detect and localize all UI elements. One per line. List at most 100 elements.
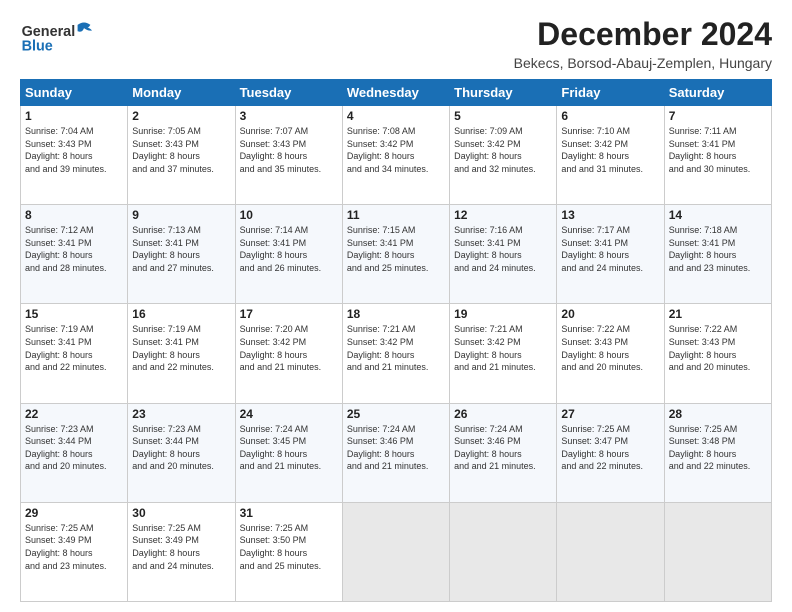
day-number: 28 — [669, 407, 767, 421]
day-info: Sunrise: 7:10 AMSunset: 3:42 PMDaylight:… — [561, 125, 659, 175]
col-wednesday: Wednesday — [342, 80, 449, 106]
table-row: 28 Sunrise: 7:25 AMSunset: 3:48 PMDaylig… — [664, 403, 771, 502]
day-number: 27 — [561, 407, 659, 421]
table-row: 24 Sunrise: 7:24 AMSunset: 3:45 PMDaylig… — [235, 403, 342, 502]
day-number: 18 — [347, 307, 445, 321]
table-row: 20 Sunrise: 7:22 AMSunset: 3:43 PMDaylig… — [557, 304, 664, 403]
table-row: 31 Sunrise: 7:25 AMSunset: 3:50 PMDaylig… — [235, 502, 342, 601]
table-row — [557, 502, 664, 601]
table-row — [664, 502, 771, 601]
svg-text:Blue: Blue — [22, 39, 53, 55]
day-number: 17 — [240, 307, 338, 321]
logo-image: General Blue — [20, 16, 100, 61]
table-row — [450, 502, 557, 601]
month-title: December 2024 — [514, 16, 772, 53]
table-row: 22 Sunrise: 7:23 AMSunset: 3:44 PMDaylig… — [21, 403, 128, 502]
day-info: Sunrise: 7:17 AMSunset: 3:41 PMDaylight:… — [561, 224, 659, 274]
table-row: 14 Sunrise: 7:18 AMSunset: 3:41 PMDaylig… — [664, 205, 771, 304]
calendar-week-5: 29 Sunrise: 7:25 AMSunset: 3:49 PMDaylig… — [21, 502, 772, 601]
table-row: 19 Sunrise: 7:21 AMSunset: 3:42 PMDaylig… — [450, 304, 557, 403]
day-number: 24 — [240, 407, 338, 421]
table-row: 7 Sunrise: 7:11 AMSunset: 3:41 PMDayligh… — [664, 106, 771, 205]
table-row: 26 Sunrise: 7:24 AMSunset: 3:46 PMDaylig… — [450, 403, 557, 502]
day-info: Sunrise: 7:25 AMSunset: 3:47 PMDaylight:… — [561, 423, 659, 473]
day-number: 10 — [240, 208, 338, 222]
day-info: Sunrise: 7:21 AMSunset: 3:42 PMDaylight:… — [454, 323, 552, 373]
header: General Blue December 2024 Bekecs, Borso… — [20, 16, 772, 71]
day-info: Sunrise: 7:21 AMSunset: 3:42 PMDaylight:… — [347, 323, 445, 373]
col-sunday: Sunday — [21, 80, 128, 106]
calendar-week-1: 1 Sunrise: 7:04 AMSunset: 3:43 PMDayligh… — [21, 106, 772, 205]
col-saturday: Saturday — [664, 80, 771, 106]
table-row: 2 Sunrise: 7:05 AMSunset: 3:43 PMDayligh… — [128, 106, 235, 205]
day-number: 25 — [347, 407, 445, 421]
title-area: December 2024 Bekecs, Borsod-Abauj-Zempl… — [514, 16, 772, 71]
day-info: Sunrise: 7:11 AMSunset: 3:41 PMDaylight:… — [669, 125, 767, 175]
day-info: Sunrise: 7:18 AMSunset: 3:41 PMDaylight:… — [669, 224, 767, 274]
table-row: 30 Sunrise: 7:25 AMSunset: 3:49 PMDaylig… — [128, 502, 235, 601]
table-row: 25 Sunrise: 7:24 AMSunset: 3:46 PMDaylig… — [342, 403, 449, 502]
table-row: 13 Sunrise: 7:17 AMSunset: 3:41 PMDaylig… — [557, 205, 664, 304]
svg-text:General: General — [22, 24, 76, 40]
table-row: 21 Sunrise: 7:22 AMSunset: 3:43 PMDaylig… — [664, 304, 771, 403]
table-row: 10 Sunrise: 7:14 AMSunset: 3:41 PMDaylig… — [235, 205, 342, 304]
day-info: Sunrise: 7:09 AMSunset: 3:42 PMDaylight:… — [454, 125, 552, 175]
table-row: 17 Sunrise: 7:20 AMSunset: 3:42 PMDaylig… — [235, 304, 342, 403]
day-number: 19 — [454, 307, 552, 321]
table-row: 1 Sunrise: 7:04 AMSunset: 3:43 PMDayligh… — [21, 106, 128, 205]
day-number: 7 — [669, 109, 767, 123]
table-row — [342, 502, 449, 601]
day-number: 11 — [347, 208, 445, 222]
day-number: 5 — [454, 109, 552, 123]
day-number: 15 — [25, 307, 123, 321]
day-number: 16 — [132, 307, 230, 321]
day-number: 14 — [669, 208, 767, 222]
table-row: 9 Sunrise: 7:13 AMSunset: 3:41 PMDayligh… — [128, 205, 235, 304]
day-number: 21 — [669, 307, 767, 321]
table-row: 23 Sunrise: 7:23 AMSunset: 3:44 PMDaylig… — [128, 403, 235, 502]
day-number: 8 — [25, 208, 123, 222]
day-number: 1 — [25, 109, 123, 123]
day-number: 4 — [347, 109, 445, 123]
day-info: Sunrise: 7:13 AMSunset: 3:41 PMDaylight:… — [132, 224, 230, 274]
day-info: Sunrise: 7:22 AMSunset: 3:43 PMDaylight:… — [669, 323, 767, 373]
calendar-table: Sunday Monday Tuesday Wednesday Thursday… — [20, 79, 772, 602]
day-number: 31 — [240, 506, 338, 520]
table-row: 4 Sunrise: 7:08 AMSunset: 3:42 PMDayligh… — [342, 106, 449, 205]
calendar-page: General Blue December 2024 Bekecs, Borso… — [0, 0, 792, 612]
day-number: 2 — [132, 109, 230, 123]
calendar-header: Sunday Monday Tuesday Wednesday Thursday… — [21, 80, 772, 106]
calendar-week-4: 22 Sunrise: 7:23 AMSunset: 3:44 PMDaylig… — [21, 403, 772, 502]
table-row: 27 Sunrise: 7:25 AMSunset: 3:47 PMDaylig… — [557, 403, 664, 502]
day-info: Sunrise: 7:20 AMSunset: 3:42 PMDaylight:… — [240, 323, 338, 373]
day-info: Sunrise: 7:08 AMSunset: 3:42 PMDaylight:… — [347, 125, 445, 175]
day-info: Sunrise: 7:07 AMSunset: 3:43 PMDaylight:… — [240, 125, 338, 175]
day-number: 22 — [25, 407, 123, 421]
day-info: Sunrise: 7:19 AMSunset: 3:41 PMDaylight:… — [25, 323, 123, 373]
day-info: Sunrise: 7:23 AMSunset: 3:44 PMDaylight:… — [25, 423, 123, 473]
day-number: 13 — [561, 208, 659, 222]
calendar-week-3: 15 Sunrise: 7:19 AMSunset: 3:41 PMDaylig… — [21, 304, 772, 403]
day-info: Sunrise: 7:25 AMSunset: 3:50 PMDaylight:… — [240, 522, 338, 572]
col-tuesday: Tuesday — [235, 80, 342, 106]
day-number: 3 — [240, 109, 338, 123]
table-row: 16 Sunrise: 7:19 AMSunset: 3:41 PMDaylig… — [128, 304, 235, 403]
day-info: Sunrise: 7:24 AMSunset: 3:46 PMDaylight:… — [454, 423, 552, 473]
table-row: 18 Sunrise: 7:21 AMSunset: 3:42 PMDaylig… — [342, 304, 449, 403]
day-info: Sunrise: 7:24 AMSunset: 3:45 PMDaylight:… — [240, 423, 338, 473]
day-info: Sunrise: 7:24 AMSunset: 3:46 PMDaylight:… — [347, 423, 445, 473]
day-info: Sunrise: 7:16 AMSunset: 3:41 PMDaylight:… — [454, 224, 552, 274]
day-number: 12 — [454, 208, 552, 222]
day-number: 9 — [132, 208, 230, 222]
table-row: 15 Sunrise: 7:19 AMSunset: 3:41 PMDaylig… — [21, 304, 128, 403]
day-info: Sunrise: 7:05 AMSunset: 3:43 PMDaylight:… — [132, 125, 230, 175]
day-info: Sunrise: 7:25 AMSunset: 3:48 PMDaylight:… — [669, 423, 767, 473]
day-info: Sunrise: 7:22 AMSunset: 3:43 PMDaylight:… — [561, 323, 659, 373]
day-info: Sunrise: 7:25 AMSunset: 3:49 PMDaylight:… — [132, 522, 230, 572]
table-row: 6 Sunrise: 7:10 AMSunset: 3:42 PMDayligh… — [557, 106, 664, 205]
logo: General Blue — [20, 16, 100, 61]
calendar-week-2: 8 Sunrise: 7:12 AMSunset: 3:41 PMDayligh… — [21, 205, 772, 304]
day-info: Sunrise: 7:25 AMSunset: 3:49 PMDaylight:… — [25, 522, 123, 572]
table-row: 11 Sunrise: 7:15 AMSunset: 3:41 PMDaylig… — [342, 205, 449, 304]
day-number: 6 — [561, 109, 659, 123]
